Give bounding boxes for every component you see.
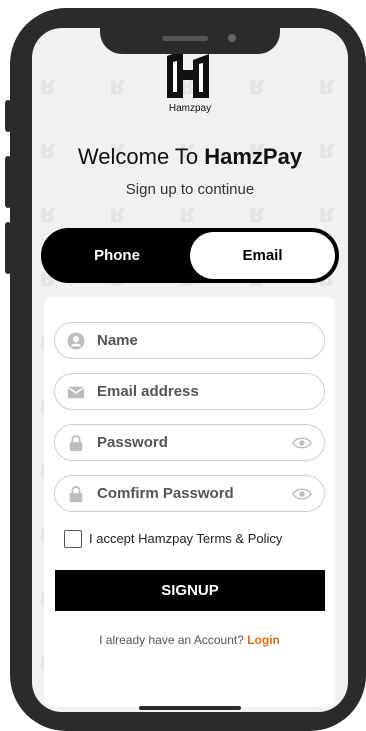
welcome-prefix: Welcome To	[77, 144, 205, 169]
confirm-password-placeholder: Comfirm Password	[97, 485, 234, 502]
eye-icon[interactable]	[292, 486, 312, 502]
envelope-icon	[67, 386, 85, 399]
email-placeholder: Email address	[97, 383, 199, 400]
home-indicator	[139, 706, 241, 710]
phone-side-button	[5, 100, 11, 132]
terms-label: I accept Hamzpay Terms & Policy	[89, 531, 283, 546]
login-prompt-text: I already have an Account?	[99, 633, 248, 647]
welcome-title: Welcome To HamzPay	[32, 144, 348, 170]
confirm-password-field[interactable]: Comfirm Password	[54, 475, 325, 512]
name-field[interactable]: Name	[54, 322, 325, 359]
phone-volume-down-button	[5, 222, 11, 274]
password-placeholder: Password	[97, 434, 168, 451]
user-icon	[67, 332, 85, 350]
phone-camera	[228, 34, 236, 42]
signup-button[interactable]: SIGNUP	[55, 570, 325, 611]
name-placeholder: Name	[97, 332, 138, 349]
eye-icon[interactable]	[292, 435, 312, 451]
phone-speaker	[162, 36, 208, 41]
login-link[interactable]: Login	[247, 633, 280, 647]
hamzpay-logo-icon	[167, 50, 209, 98]
page-subtitle: Sign up to continue	[125, 181, 255, 198]
signup-method-toggle: Phone Email	[41, 228, 339, 283]
welcome-brand: HamzPay	[204, 144, 303, 169]
phone-notch	[100, 8, 280, 54]
tab-email[interactable]: Email	[190, 232, 335, 279]
lock-icon	[69, 434, 83, 452]
login-prompt-row: I already have an Account? Login	[44, 633, 335, 647]
phone-volume-up-button	[5, 156, 11, 208]
terms-checkbox[interactable]	[64, 530, 82, 548]
tab-phone[interactable]: Phone	[43, 230, 191, 281]
logo-text: Hamzpay	[168, 103, 212, 114]
lock-icon	[69, 485, 83, 503]
email-field[interactable]: Email address	[54, 373, 325, 410]
password-field[interactable]: Password	[54, 424, 325, 461]
